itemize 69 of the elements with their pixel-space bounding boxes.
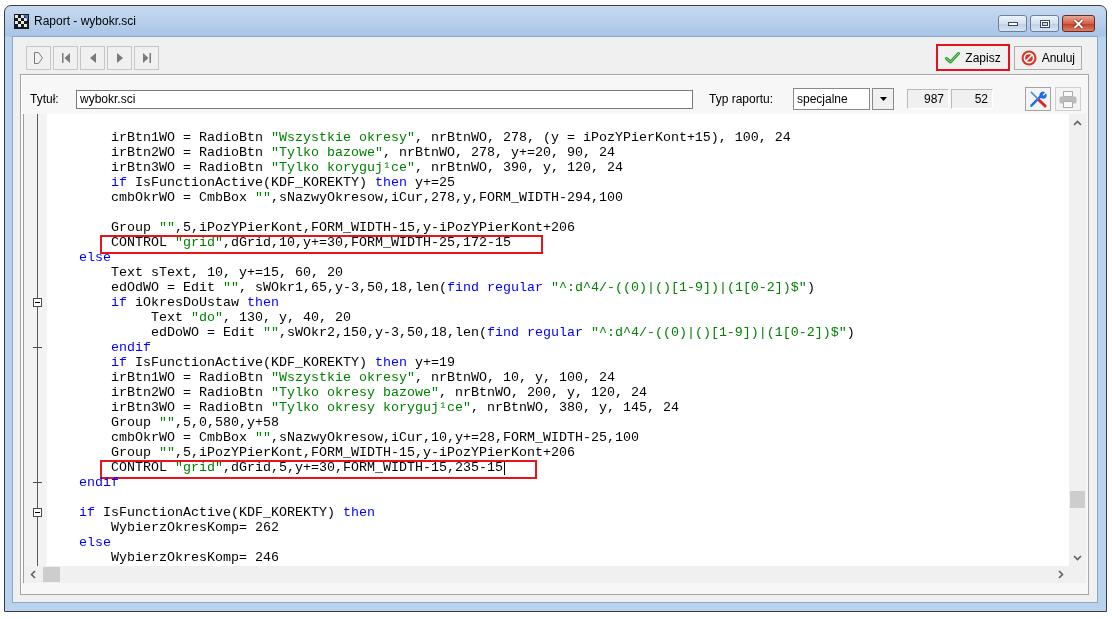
code-line: WybierzOkresKomp= 246 [111,550,279,565]
report-type-select[interactable]: specjalne [793,88,870,110]
minimize-icon [1007,21,1018,26]
report-type-label: Typ raportu: [709,92,775,106]
title-input[interactable]: wybokr.sci [76,89,693,109]
code-line: edOdWO = Edit "", sWOkr1,65,y-3,50,18,len(find regular "^:d^4/-((0)|()[1-9])|(1[0-2])$") [111,280,815,295]
scrollbar-thumb[interactable] [1070,491,1085,508]
nav-button[interactable] [80,45,105,70]
chevron-right-icon[interactable] [1057,570,1064,579]
tools-button[interactable] [1025,87,1051,111]
dropdown-button[interactable] [872,88,894,110]
collapse-icon[interactable] [33,298,42,307]
nav-button[interactable] [53,45,78,70]
code-line: endif [79,475,119,490]
code-line: irBtn3WO = RadioBtn "Tylko okresy koryguj¹ce", nrBtnWO, 380, y, 145, 24 [111,400,679,415]
close-icon [1073,18,1084,29]
code-line: Group "",5,iPozYPierKont,FORM_WIDTH-15,y-iPozYPierKont+206 [111,220,575,235]
window-title: Raport - wybokr.sci [34,14,137,28]
count-field: 987 [907,89,949,109]
chevron-up-icon[interactable] [1073,119,1082,126]
skip-first-icon [61,52,70,63]
triangle-right-icon [116,52,123,63]
code-line: Text sText, 10, y+=15, 60, 20 [111,265,343,280]
nav-button[interactable] [26,45,51,70]
code-line: irBtn2WO = RadioBtn "Tylko bazowe", nrBtnWO, 278, y+=20, 90, 24 [111,145,615,160]
collapse-icon[interactable] [33,508,42,517]
code-editor[interactable] [23,114,1086,583]
no-entry-icon [1020,49,1037,66]
code-line: endif [111,340,151,355]
cancel-button[interactable]: Anuluj [1013,45,1082,70]
code-line: if IsFunctionActive(KDF_KOREKTY) then y+=19 [111,355,455,370]
pentagon-outline-icon [34,51,43,64]
code-line: irBtn3WO = RadioBtn "Tylko koryguj¹ce", nrBtnWO, 390, y, 120, 24 [111,160,623,175]
close-button[interactable] [1062,15,1095,32]
scrollbar-thumb[interactable] [43,567,60,582]
nav-button[interactable] [134,45,159,70]
code-line: else [79,535,111,550]
count-field: 52 [951,89,993,109]
code-line: if iOkresDoUstaw then [111,295,279,310]
tools-icon [1029,90,1047,108]
code-line: irBtn1WO = RadioBtn "Wszystkie okresy", nrBtnWO, 10, y, 100, 24 [111,370,615,385]
maximize-icon [1039,19,1050,28]
code-line: if IsFunctionActive(KDF_KOREKTY) then [79,505,375,520]
title-label: Tytuł: [30,92,60,106]
maximize-button[interactable] [1030,15,1059,32]
skip-last-icon [142,52,151,63]
chevron-left-icon[interactable] [29,570,36,579]
code-line: cmbOkrWO = CmbBox "",sNazwyOkresow,iCur,10,y+=28,FORM_WIDTH-25,100 [111,430,639,445]
triangle-left-icon [89,52,96,63]
app-icon [14,13,29,29]
code-line: cmbOkrWO = CmbBox "",sNazwyOkresow,iCur,278,y,FORM_WIDTH-294,100 [111,190,623,205]
printer-icon [1059,90,1077,108]
code-line: Group "",5,iPozYPierKont,FORM_WIDTH-15,y-iPozYPierKont+206 [111,445,575,460]
code-line: WybierzOkresKomp= 262 [111,520,279,535]
code-line: irBtn2WO = RadioBtn "Tylko okresy bazowe", nrBtnWO, 200, y, 120, 24 [111,385,647,400]
code-line: Text "do", 130, y, 40, 20 [151,310,351,325]
code-line: Group "",5,0,580,y+58 [111,415,279,430]
minimize-button[interactable] [998,15,1027,32]
code-line: CONTROL "grid",dGrid,5,y+=30,FORM_WIDTH-15,235-15 [111,460,503,475]
code-line: if IsFunctionActive(KDF_KOREKTY) then y+=25 [111,175,455,190]
checkmark-icon [945,51,961,64]
code-line: CONTROL "grid",dGrid,10,y+=30,FORM_WIDTH-25,172-15 [111,235,511,250]
nav-button[interactable] [107,45,132,70]
code-line: irBtn1WO = RadioBtn "Wszystkie okresy", nrBtnWO, 278, (y = iPozYPierKont+15), 100, 24 [111,130,791,145]
caret-down-icon [879,97,887,101]
code-line: else [79,250,111,265]
chevron-down-icon[interactable] [1073,554,1082,561]
save-button[interactable]: Zapisz [936,44,1010,71]
code-line: edDoWO = Edit "",sWOkr2,150,y-3,50,18,len(find regular "^:d^4/-((0)|()[1-9])|(1[0-2])$") [151,325,855,340]
